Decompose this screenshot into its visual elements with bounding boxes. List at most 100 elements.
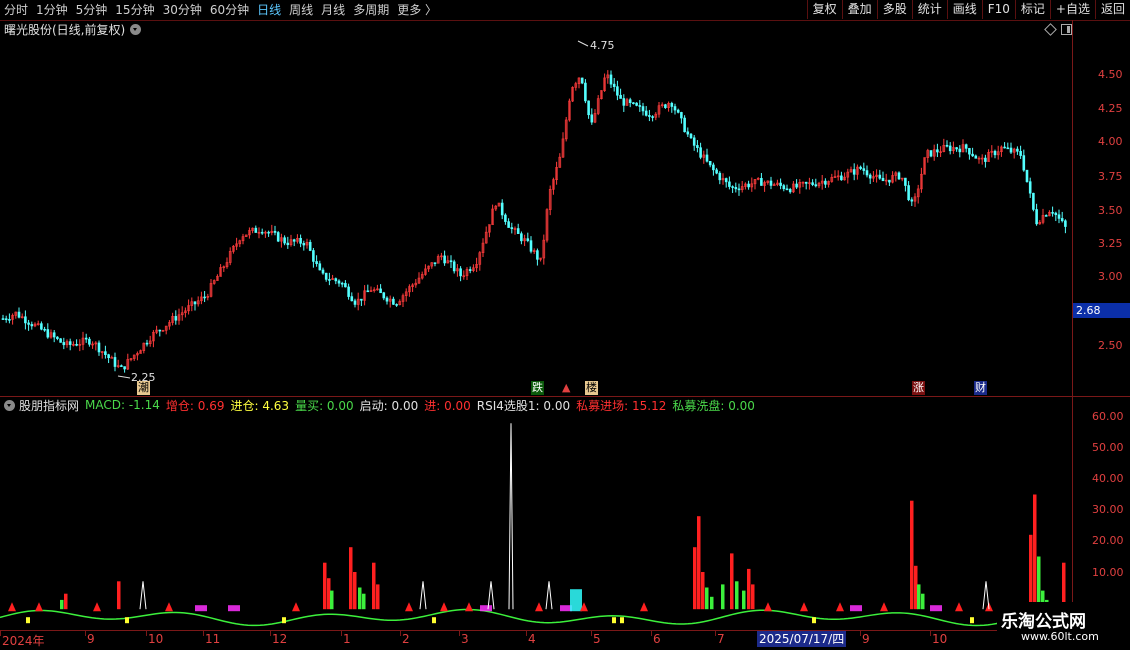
candle-body [1,318,5,320]
indicator-value: 私募进场: 15.12 [576,398,667,413]
candle-body [526,238,530,241]
indicator-line [0,608,1069,627]
candle-body [628,99,632,103]
indicator-bar [910,500,914,610]
candle-body [459,268,462,277]
candle-body [43,328,46,331]
toolbar-button-0[interactable]: 复权 [806,0,842,19]
date-tick [526,630,527,636]
candle-body [267,231,270,234]
axis-divider [1072,20,1073,630]
toolbar-button-1[interactable]: 叠加 [841,0,877,19]
candle-body [302,243,306,246]
current-price-label: 2.68 [1073,303,1130,318]
date-tick [146,630,147,636]
tab-period-8[interactable]: 月线 [317,0,349,20]
indicator-area [228,605,240,612]
indicator-bar [117,581,121,610]
candle-body [286,242,290,246]
tab-period-7[interactable]: 周线 [285,0,317,20]
toolbar-button-3[interactable]: 统计 [911,0,947,19]
candle-body [260,231,264,234]
tab-period-1[interactable]: 1分钟 [32,0,72,20]
toolbar-button-6[interactable]: 标记 [1014,0,1050,19]
tab-period-4[interactable]: 30分钟 [159,0,206,20]
candle-body [731,186,734,188]
date-label: 10 [932,632,948,646]
candle-body [958,148,962,153]
candlestick-chart[interactable] [0,38,1072,396]
date-tick [459,630,460,636]
tab-period-9[interactable]: 多周期 [349,0,393,20]
candle-body [1035,209,1038,225]
candle-body [590,114,594,123]
indicator-marker [955,602,963,612]
indicator-bar [330,590,334,610]
candle-body [580,77,584,84]
date-tick [591,630,592,636]
candle-body [433,262,437,264]
indicator-bar [358,587,362,610]
candle-body [299,237,302,244]
candle-body [814,184,818,187]
indicator-marker [812,617,816,624]
price-tick: 3.75 [1098,170,1123,183]
candle-body [1016,148,1019,152]
indicator-marker [125,617,129,624]
date-label: 2024年 [2,634,45,648]
candle-body [174,316,178,321]
date-tick [203,630,204,636]
toolbar-button-7[interactable]: +自选 [1049,0,1095,19]
candle-body [449,260,453,263]
chevron-down-icon[interactable] [4,399,15,411]
candle-body [203,296,206,299]
panel-toggle-icon[interactable] [1061,24,1072,35]
date-label: 10 [148,632,164,646]
candle-body [4,318,8,320]
candle-body [353,300,357,305]
date-tick [400,630,401,636]
indicator-bar [747,568,751,610]
date-label: 9 [87,632,95,646]
toolbar-button-2[interactable]: 多股 [876,0,912,19]
candle-body [644,110,648,116]
price-tick: 3.50 [1098,204,1123,217]
candle-body [46,329,50,338]
candle-body [318,263,322,271]
candle-body [724,178,728,183]
indicator-marker [282,617,286,624]
indicator-chart[interactable] [0,412,1072,630]
indicator-area [480,605,492,612]
candle-body [110,357,114,359]
candle-body [1054,212,1058,216]
date-tick [930,630,931,636]
date-axis: 2024年 9 10 11 12 1 2 3 4 5 6 7 9 10 2025/07/17/四 [0,630,1130,650]
candle-body [779,182,782,186]
indicator-marker [880,602,888,612]
toolbar-button-8[interactable]: 返回 [1094,0,1130,19]
tab-period-5[interactable]: 60分钟 [206,0,253,20]
indicator-tick: 60.00 [1092,410,1124,423]
indicator-marker [35,602,43,612]
candle-body [516,228,520,234]
indicator-bar [701,572,705,610]
tab-period-3[interactable]: 15分钟 [111,0,158,20]
candle-body [113,357,117,367]
date-label: 1 [343,632,351,646]
candle-body [945,144,949,147]
tab-period-10[interactable]: 更多 〉 [393,0,441,20]
candle-body [145,342,149,345]
chevron-down-icon[interactable] [130,23,142,35]
candle-body [824,180,827,185]
toolbar-button-5[interactable]: F10 [981,0,1015,19]
toolbar-button-4[interactable]: 画线 [946,0,982,19]
tab-period-6[interactable]: 日线 [253,0,285,20]
candle-body [1057,214,1061,219]
indicator-value: 启动: 0.00 [359,398,419,413]
tab-period-0[interactable]: 分时 [0,0,32,20]
candle-body [24,316,27,324]
candle-body [379,288,382,294]
indicator-bar [705,587,709,610]
diamond-icon[interactable] [1044,23,1057,36]
tab-period-2[interactable]: 5分钟 [72,0,112,20]
